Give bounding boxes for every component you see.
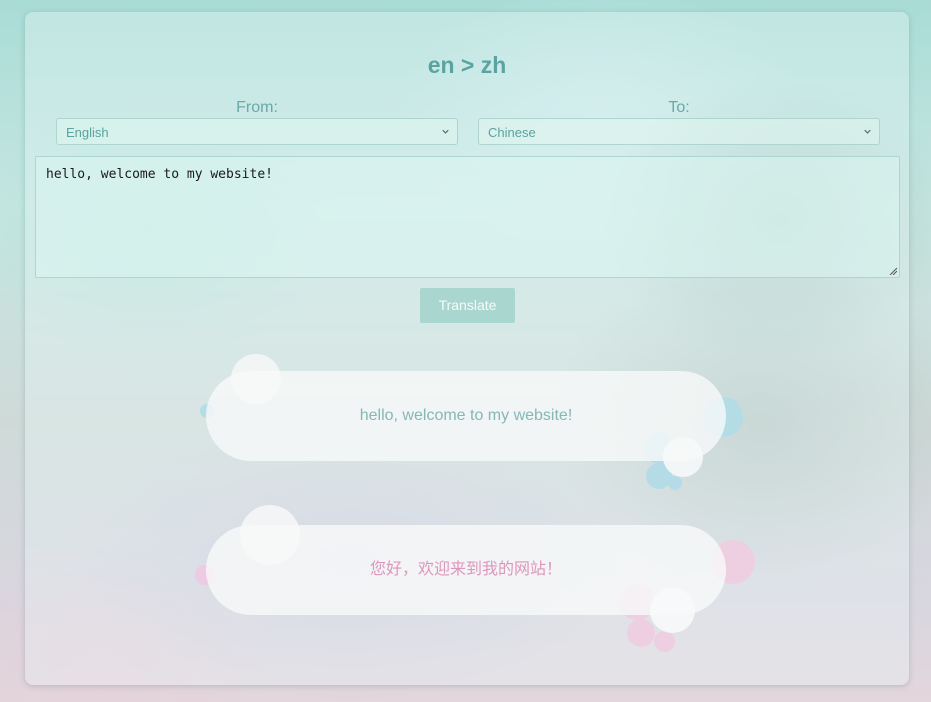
from-language-value: English <box>66 125 109 140</box>
to-language-select[interactable]: Chinese <box>478 118 880 145</box>
translated-text-bubble: 您好，欢迎来到我的网站！ <box>206 525 726 615</box>
to-label: To: <box>668 99 690 116</box>
source-text-input[interactable]: hello, welcome to my website! <box>35 156 900 278</box>
bubble-dot <box>654 631 675 652</box>
source-text-value: hello, welcome to my website! <box>46 167 273 182</box>
to-language-value: Chinese <box>488 125 536 140</box>
resize-handle-icon[interactable] <box>889 267 897 275</box>
translate-button[interactable]: Translate <box>420 288 515 323</box>
to-language-group: To: Chinese <box>478 98 880 145</box>
source-text-bubble: hello, welcome to my website! <box>206 371 726 461</box>
from-language-group: From: English <box>56 98 458 145</box>
bubble-dot <box>668 476 682 490</box>
from-language-select[interactable]: English <box>56 118 458 145</box>
chevron-down-icon <box>864 129 871 134</box>
page-title: en > zh <box>427 52 507 78</box>
from-label: From: <box>236 99 278 116</box>
bubble-dot <box>627 619 655 647</box>
chevron-down-icon <box>442 129 449 134</box>
